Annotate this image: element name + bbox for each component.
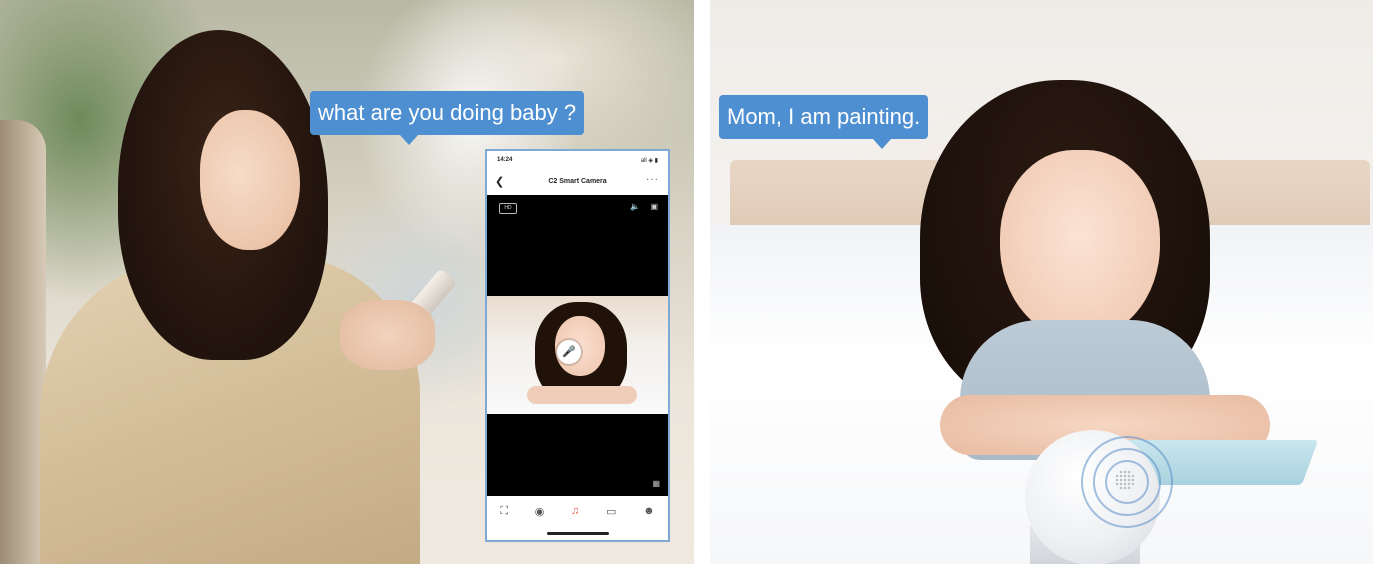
speaker-grill: [1115, 470, 1135, 490]
camera-icon[interactable]: ◉: [535, 505, 545, 518]
status-icons: all ◈ ▮: [640, 158, 658, 164]
person-icon[interactable]: ☻: [643, 505, 655, 517]
microphone-icon[interactable]: 🎤: [557, 340, 581, 364]
status-bar: 14:24 all ◈ ▮: [487, 151, 668, 171]
girl-face: [1000, 150, 1160, 340]
mom-speech-bubble: what are you doing baby ?: [310, 91, 585, 145]
record-icon[interactable]: ▭: [606, 505, 616, 518]
fullscreen-icon[interactable]: ▣: [650, 202, 658, 211]
speaker-icon[interactable]: 🔈: [630, 202, 640, 211]
live-video-area[interactable]: HD 🔈 ▣ 🎤 ▦: [487, 195, 668, 496]
app-title: C2 Smart Camera: [548, 178, 607, 185]
app-toolbar: ⛶ ◉ ♫ ▭ ☻: [487, 496, 668, 526]
screenshot-icon[interactable]: ⛶: [500, 505, 508, 518]
status-time: 14:24: [497, 157, 513, 163]
girl-arm-thumb: [527, 386, 637, 404]
app-header: ❮ C2 Smart Camera ···: [487, 171, 668, 195]
woman-hand: [340, 300, 435, 370]
hd-badge[interactable]: HD: [499, 203, 517, 214]
more-icon[interactable]: ···: [646, 174, 659, 185]
right-photo-panel: [710, 0, 1373, 564]
home-indicator: [547, 532, 609, 535]
girl-speech-bubble: Mom, I am painting.: [719, 95, 929, 149]
woman-face: [200, 110, 300, 250]
picture-in-picture-icon[interactable]: ▦: [652, 479, 660, 488]
live-camera-frame: 🎤: [487, 296, 668, 414]
alarm-icon[interactable]: ♫: [571, 505, 579, 517]
phone-app-screen: 14:24 all ◈ ▮ ❮ C2 Smart Camera ··· HD 🔈…: [485, 149, 670, 542]
